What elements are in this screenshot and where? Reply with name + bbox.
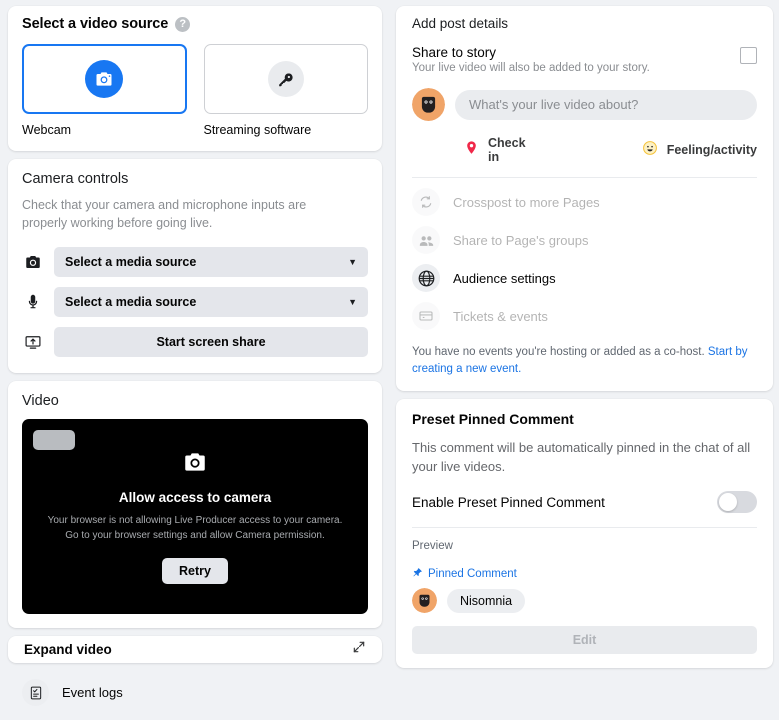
check-in-button[interactable]: Check in bbox=[464, 136, 530, 164]
option-share-to-groups[interactable]: Share to Page's groups bbox=[412, 216, 757, 254]
avatar bbox=[412, 588, 437, 614]
post-details-title: Add post details bbox=[412, 16, 509, 31]
smiley-face-icon bbox=[642, 140, 658, 161]
avatar bbox=[412, 88, 445, 121]
option-share-to-groups-label: Share to Page's groups bbox=[453, 232, 589, 248]
location-pin-icon bbox=[464, 140, 479, 160]
right-column: Add post details Share to story Your liv… bbox=[390, 0, 779, 720]
share-to-story-subtitle: Your live video will also be added to yo… bbox=[412, 62, 650, 74]
left-column: Select a video source ? Webcam Streaming… bbox=[0, 0, 390, 720]
chevron-down-icon: ▼ bbox=[348, 256, 357, 267]
camera-controls-description: Check that your camera and microphone in… bbox=[22, 198, 307, 230]
help-circle-icon[interactable]: ? bbox=[175, 16, 191, 32]
event-logs-row[interactable]: Event logs bbox=[8, 671, 382, 720]
video-preview-stage: Allow access to camera Your browser is n… bbox=[22, 418, 368, 614]
microphone-icon bbox=[22, 291, 43, 312]
video-permission-heading: Allow access to camera bbox=[118, 489, 272, 505]
option-tickets-events[interactable]: Tickets & events bbox=[412, 292, 757, 330]
pinned-comment-author: Nisomnia bbox=[447, 588, 526, 613]
composer-input[interactable]: What's your live video about? bbox=[455, 89, 757, 120]
option-crosspost[interactable]: Crosspost to more Pages bbox=[412, 178, 757, 216]
start-screen-share-button[interactable]: Start screen share bbox=[54, 326, 368, 357]
camera-media-source-select[interactable]: Select a media source ▼ bbox=[54, 246, 368, 277]
streaming-software-label: Streaming software bbox=[203, 123, 312, 137]
preview-label: Preview bbox=[412, 540, 453, 553]
camera-icon bbox=[182, 449, 208, 480]
video-source-option-webcam[interactable]: Webcam bbox=[22, 44, 187, 137]
video-source-header: Select a video source ? bbox=[22, 16, 368, 32]
microphone-media-source-value: Select a media source bbox=[65, 294, 197, 309]
composer-row: What's your live video about? bbox=[412, 88, 757, 121]
preset-pinned-comment-title: Preset Pinned Comment bbox=[412, 411, 574, 428]
events-note: You have no events you're hosting or add… bbox=[412, 344, 757, 377]
screen-share-row: Start screen share bbox=[22, 326, 368, 357]
pin-icon bbox=[412, 565, 423, 583]
video-source-title: Select a video source bbox=[22, 16, 169, 32]
retry-button[interactable]: Retry bbox=[162, 557, 228, 584]
camera-media-source-value: Select a media source bbox=[65, 254, 197, 269]
video-card: Video Allow access to camera Your browse… bbox=[8, 380, 382, 628]
feeling-activity-button[interactable]: Feeling/activity bbox=[642, 136, 757, 164]
quick-actions-row: Check in Feeling/activity bbox=[412, 136, 757, 178]
key-icon bbox=[267, 61, 304, 97]
streaming-software-tile[interactable] bbox=[203, 44, 368, 114]
pinned-comment-badge-label: Pinned Comment bbox=[428, 568, 517, 581]
share-to-story-checkbox[interactable] bbox=[740, 47, 757, 64]
camera-controls-title: Camera controls bbox=[22, 171, 129, 187]
expand-video-label: Expand video bbox=[24, 641, 112, 657]
share-to-story-text: Share to story Your live video will also… bbox=[412, 45, 740, 74]
camera-icon bbox=[85, 60, 124, 98]
preset-pinned-comment-description: This comment will be automatically pinne… bbox=[412, 440, 751, 475]
event-logs-label: Event logs bbox=[62, 685, 123, 700]
pinned-comment-preview: Nisomnia bbox=[412, 588, 757, 614]
webcam-label: Webcam bbox=[22, 123, 72, 137]
video-title: Video bbox=[22, 392, 59, 409]
webcam-tile[interactable] bbox=[22, 44, 187, 114]
expand-arrows-icon[interactable] bbox=[352, 640, 366, 659]
chevron-down-icon: ▼ bbox=[348, 296, 357, 307]
expand-video-row[interactable]: Expand video bbox=[8, 635, 382, 663]
enable-preset-pinned-comment-toggle[interactable] bbox=[717, 491, 757, 514]
microphone-media-source-select[interactable]: Select a media source ▼ bbox=[54, 286, 368, 317]
toggle-knob bbox=[719, 493, 737, 512]
video-source-option-streaming[interactable]: Streaming software bbox=[203, 44, 368, 137]
enable-preset-pinned-comment-row: Enable Preset Pinned Comment bbox=[412, 491, 757, 529]
camera-icon bbox=[22, 251, 43, 272]
enable-preset-pinned-comment-label: Enable Preset Pinned Comment bbox=[412, 494, 605, 510]
share-to-story-row: Share to story Your live video will also… bbox=[412, 45, 757, 74]
camera-controls-card: Camera controls Check that your camera a… bbox=[8, 159, 382, 373]
option-crosspost-label: Crosspost to more Pages bbox=[453, 194, 600, 210]
post-details-card: Add post details Share to story Your liv… bbox=[396, 6, 773, 392]
globe-icon bbox=[412, 264, 440, 292]
preset-pinned-comment-card: Preset Pinned Comment This comment will … bbox=[396, 399, 773, 669]
microphone-source-row: Select a media source ▼ bbox=[22, 286, 368, 317]
edit-pinned-comment-button[interactable]: Edit bbox=[412, 626, 757, 655]
option-audience-settings-label: Audience settings bbox=[453, 270, 556, 286]
ticket-icon bbox=[412, 302, 440, 330]
live-producer-page: Select a video source ? Webcam Streaming… bbox=[0, 0, 779, 720]
video-source-card: Select a video source ? Webcam Streaming… bbox=[8, 6, 382, 151]
option-audience-settings[interactable]: Audience settings bbox=[412, 254, 757, 292]
video-source-options: Webcam Streaming software bbox=[22, 44, 368, 137]
pinned-comment-badge: Pinned Comment bbox=[412, 565, 757, 583]
screen-share-icon bbox=[22, 331, 43, 352]
share-to-story-title: Share to story bbox=[412, 45, 497, 60]
camera-source-row: Select a media source ▼ bbox=[22, 246, 368, 277]
groups-icon bbox=[412, 226, 440, 254]
video-permission-message: Your browser is not allowing Live Produc… bbox=[47, 514, 343, 542]
option-tickets-events-label: Tickets & events bbox=[453, 308, 548, 324]
video-placeholder-badge bbox=[33, 429, 75, 450]
feeling-activity-label: Feeling/activity bbox=[666, 143, 757, 157]
check-in-label: Check in bbox=[488, 136, 526, 164]
events-note-text: You have no events you're hosting or add… bbox=[412, 346, 708, 358]
crosspost-icon bbox=[412, 188, 440, 216]
clipboard-check-icon bbox=[22, 679, 49, 706]
